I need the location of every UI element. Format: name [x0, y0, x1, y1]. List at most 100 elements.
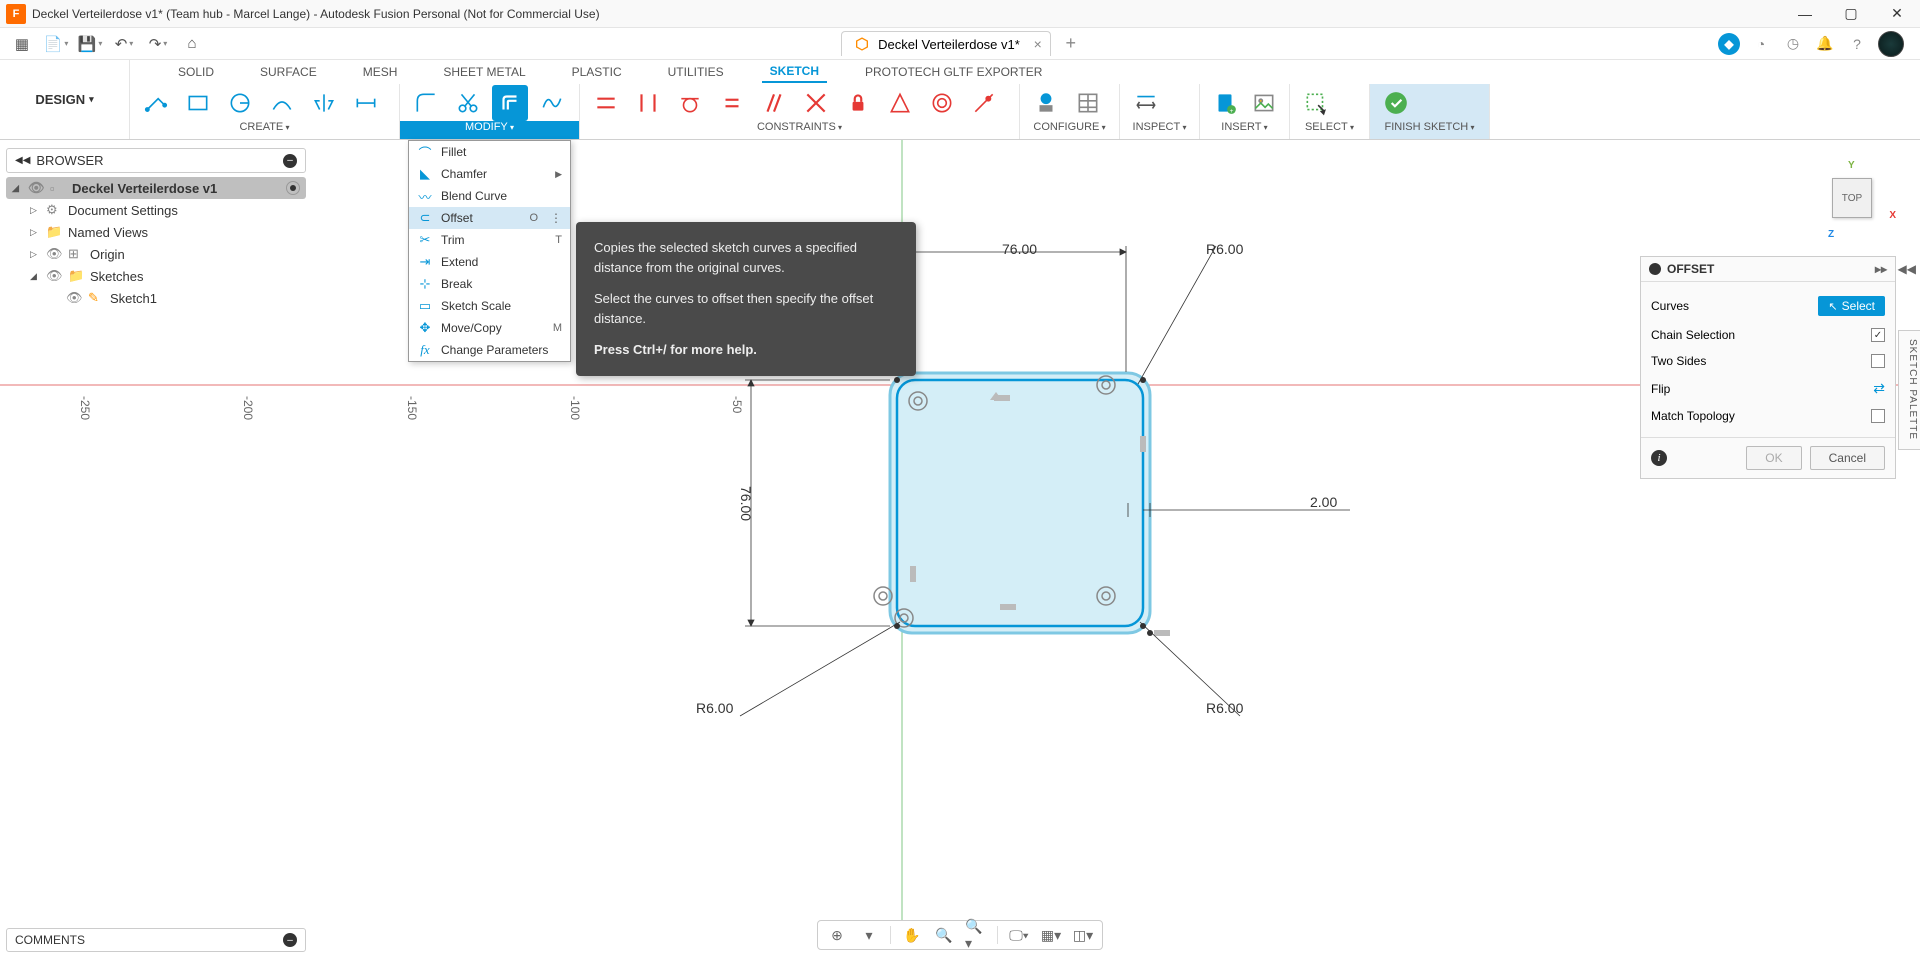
tab-surface[interactable]: SURFACE — [252, 62, 325, 82]
inspect-group-label[interactable]: INSPECT — [1120, 121, 1199, 139]
rectangle-tool[interactable] — [180, 85, 216, 121]
menu-move[interactable]: ✥Move/CopyM — [409, 317, 570, 339]
finish-sketch-button[interactable] — [1378, 85, 1414, 121]
menu-blend[interactable]: 〰Blend Curve — [409, 185, 570, 207]
home-button[interactable]: ⌂ — [178, 32, 206, 56]
select-button[interactable]: Select — [1818, 296, 1885, 316]
palette-collapse-icon[interactable]: ◀◀ — [1898, 262, 1916, 276]
info-icon[interactable]: i — [1651, 450, 1667, 466]
tangent-constraint[interactable] — [672, 85, 708, 121]
user-avatar[interactable] — [1878, 31, 1904, 57]
zoom-button[interactable]: 🔍 — [933, 924, 955, 946]
minimize-panel-icon[interactable]: – — [283, 154, 297, 168]
horizontal-constraint[interactable] — [588, 85, 624, 121]
activate-radio[interactable] — [286, 181, 300, 195]
apps-grid-icon[interactable]: ▦ — [8, 32, 36, 56]
tab-sketch[interactable]: SKETCH — [762, 61, 827, 83]
line-tool[interactable] — [138, 85, 174, 121]
pan-button[interactable]: ✋ — [901, 924, 923, 946]
tab-sheet-metal[interactable]: SHEET METAL — [435, 62, 533, 82]
minimize-button[interactable]: — — [1782, 0, 1828, 28]
tree-item-sketches[interactable]: ◢ 👁 📁 Sketches — [6, 265, 306, 287]
perpendicular-constraint[interactable] — [798, 85, 834, 121]
expand-icon[interactable]: ▷ — [30, 249, 40, 260]
tab-plastic[interactable]: PLASTIC — [564, 62, 630, 82]
tree-item-origin[interactable]: ▷ 👁 ⊞ Origin — [6, 243, 306, 265]
close-tab-icon[interactable]: × — [1034, 36, 1042, 52]
expand-icon[interactable]: ▷ — [30, 205, 40, 216]
measure-tool[interactable] — [1128, 85, 1164, 121]
parallel-constraint[interactable] — [756, 85, 792, 121]
tree-item-named-views[interactable]: ▷ 📁 Named Views — [6, 221, 306, 243]
notifications-icon[interactable]: 🔔 — [1814, 33, 1836, 55]
dim-offset[interactable]: 2.00 — [1310, 494, 1337, 510]
vertical-constraint[interactable] — [630, 85, 666, 121]
comments-bar[interactable]: COMMENTS – — [6, 928, 306, 952]
table-tool[interactable] — [1070, 85, 1106, 121]
grid-button[interactable]: ▦▾ — [1040, 924, 1062, 946]
sketch-palette-tab[interactable]: SKETCH PALETTE — [1898, 330, 1920, 450]
insert-group-label[interactable]: INSERT — [1200, 121, 1289, 139]
tab-prototech[interactable]: PROTOTECH GLTF EXPORTER — [857, 62, 1050, 82]
dimension-tool[interactable] — [348, 85, 384, 121]
pin-icon[interactable]: ▸▸ — [1875, 262, 1887, 276]
tree-item-sketch1[interactable]: 👁 ✎ Sketch1 — [6, 287, 306, 309]
menu-scale[interactable]: ▭Sketch Scale — [409, 295, 570, 317]
constraints-group-label[interactable]: CONSTRAINTS — [580, 121, 1019, 139]
concentric-constraint[interactable] — [924, 85, 960, 121]
tree-root[interactable]: ◢ 👁 ▫ Deckel Verteilerdose v1 — [6, 177, 306, 199]
equal-constraint[interactable] — [714, 85, 750, 121]
tab-mesh[interactable]: MESH — [355, 62, 406, 82]
flip-button[interactable]: ⇄ — [1873, 380, 1885, 397]
minimize-comments-icon[interactable]: – — [283, 933, 297, 947]
visibility-icon[interactable]: 👁 — [46, 246, 62, 262]
orbit-button[interactable]: ⊕ — [826, 924, 848, 946]
collapse-icon[interactable] — [1649, 263, 1661, 275]
configure-tool[interactable] — [1028, 85, 1064, 121]
spline-tool[interactable] — [534, 85, 570, 121]
menu-trim[interactable]: ✂TrimT — [409, 229, 570, 251]
new-file-button[interactable]: 📄 — [42, 32, 70, 56]
menu-params[interactable]: fxChange Parameters — [409, 339, 570, 361]
coincident-constraint[interactable] — [966, 85, 1002, 121]
dim-left-height[interactable]: 76.00 — [738, 486, 754, 521]
expand-icon[interactable]: ▷ — [30, 227, 40, 238]
visibility-icon[interactable]: 👁 — [46, 268, 62, 284]
expand-icon[interactable]: ◢ — [12, 183, 22, 194]
trim-tool[interactable] — [450, 85, 486, 121]
insert-component-tool[interactable]: + — [1208, 85, 1242, 121]
document-tab[interactable]: Deckel Verteilerdose v1* × — [841, 31, 1051, 56]
dim-top-radius[interactable]: R6.00 — [1206, 241, 1243, 257]
menu-extend[interactable]: ⇥Extend — [409, 251, 570, 273]
collapse-icon[interactable]: ◢ — [30, 271, 40, 282]
finish-group-label[interactable]: FINISH SKETCH — [1370, 121, 1489, 139]
maximize-button[interactable]: ▢ — [1828, 0, 1874, 28]
create-group-label[interactable]: CREATE — [130, 121, 399, 139]
updates-icon[interactable]: ◔ — [1750, 33, 1772, 55]
modify-group-label[interactable]: MODIFY — [400, 121, 579, 139]
extensions-icon[interactable]: ◆ — [1718, 33, 1740, 55]
two-sides-checkbox[interactable] — [1871, 354, 1885, 368]
dim-br-radius[interactable]: R6.00 — [1206, 700, 1243, 716]
more-icon[interactable]: ⋮ — [550, 211, 562, 225]
viewport-button[interactable]: ◫▾ — [1072, 924, 1094, 946]
browser-header[interactable]: ◀◀ BROWSER – — [6, 148, 306, 173]
menu-chamfer[interactable]: ◣Chamfer▶ — [409, 163, 570, 185]
menu-fillet[interactable]: ⌒Fillet — [409, 141, 570, 163]
view-cube[interactable]: Y TOP X Z — [1820, 166, 1890, 236]
redo-button[interactable]: ↷ — [144, 32, 172, 56]
select-tool[interactable] — [1298, 85, 1334, 121]
chain-checkbox[interactable] — [1871, 328, 1885, 342]
add-tab-button[interactable]: + — [1059, 32, 1083, 56]
visibility-icon[interactable]: 👁 — [66, 290, 82, 306]
tab-solid[interactable]: SOLID — [170, 62, 222, 82]
collapse-icon[interactable]: ◀◀ — [15, 155, 30, 166]
offset-tool[interactable] — [492, 85, 528, 121]
dim-top-width[interactable]: 76.00 — [1002, 241, 1037, 257]
fillet-tool[interactable] — [408, 85, 444, 121]
arc-tool[interactable] — [264, 85, 300, 121]
visibility-icon[interactable]: 👁 — [28, 180, 44, 196]
cancel-button[interactable]: Cancel — [1810, 446, 1885, 470]
insert-image-tool[interactable] — [1248, 85, 1282, 121]
zoom-window-button[interactable]: 🔍▾ — [965, 924, 987, 946]
